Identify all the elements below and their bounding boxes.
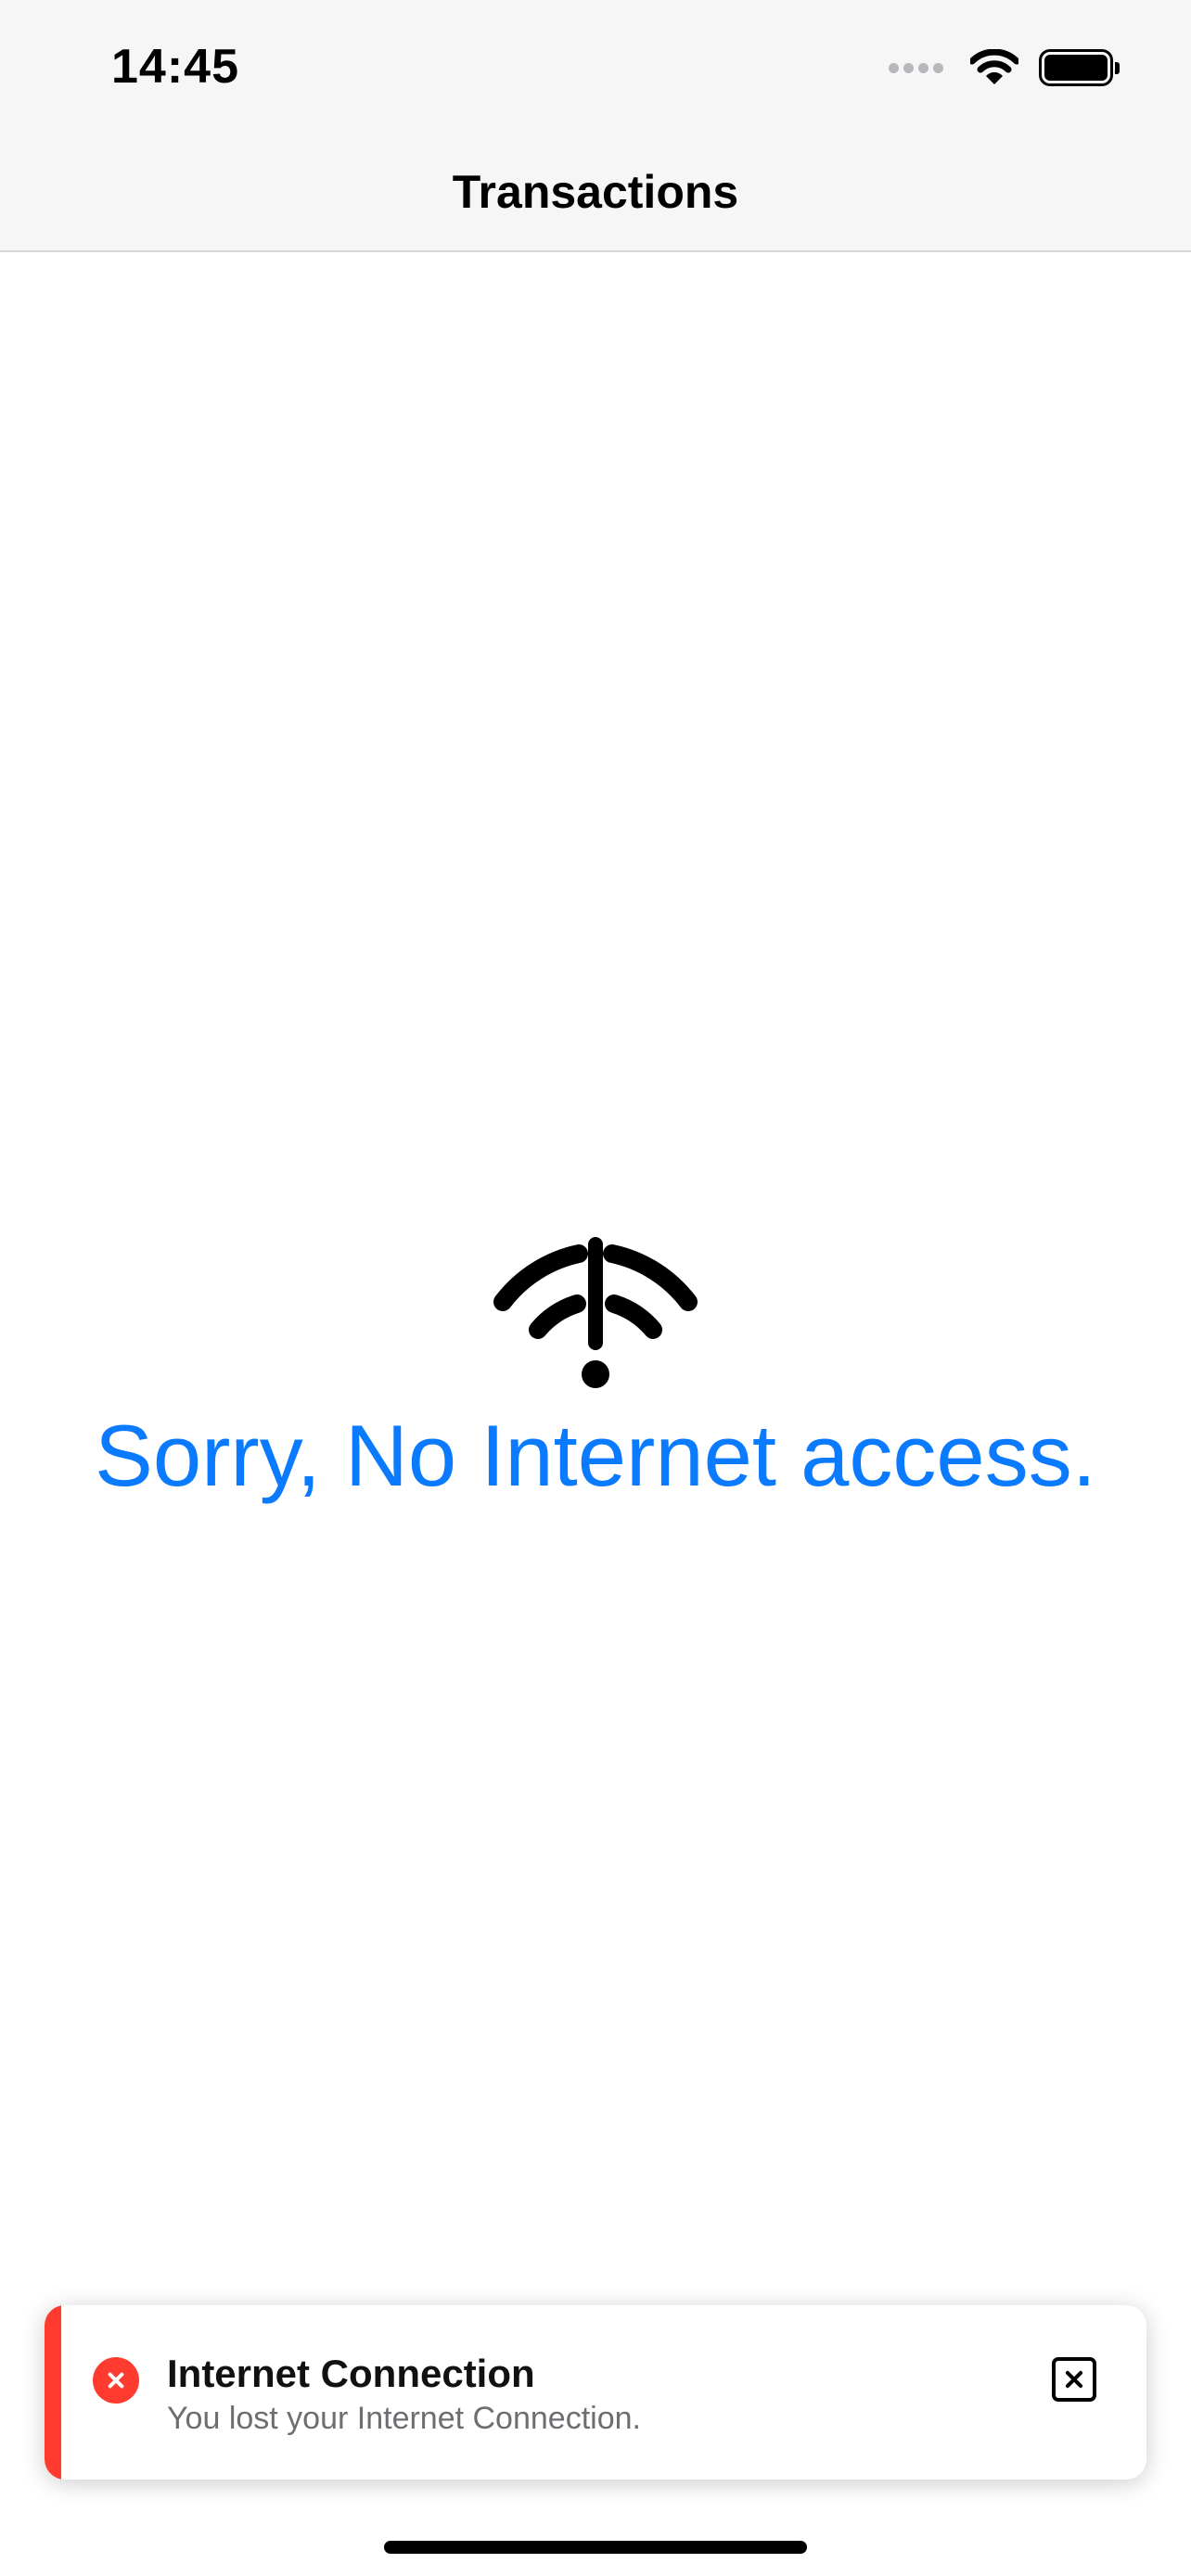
wifi-icon: [970, 49, 1018, 84]
toast-message: You lost your Internet Connection.: [167, 2401, 641, 2436]
no-internet-wifi-icon: [493, 1237, 698, 1388]
close-square-icon[interactable]: [1052, 2357, 1096, 2402]
error-toast: Internet Connection You lost your Intern…: [45, 2305, 1146, 2480]
cellular-signal-icon: [889, 62, 948, 73]
toast-title: Internet Connection: [167, 2352, 535, 2395]
navigation-header: 14:45 Transactions: [0, 0, 1191, 252]
home-indicator[interactable]: [384, 2541, 807, 2554]
status-icons: [889, 43, 1120, 93]
page-title: Transactions: [452, 166, 739, 218]
battery-icon: [1039, 49, 1120, 86]
status-time: 14:45: [111, 40, 239, 94]
no-internet-message: Sorry, No Internet access.: [95, 1407, 1096, 1504]
toast-accent-bar: [45, 2305, 61, 2480]
error-circle-icon: [93, 2357, 139, 2404]
